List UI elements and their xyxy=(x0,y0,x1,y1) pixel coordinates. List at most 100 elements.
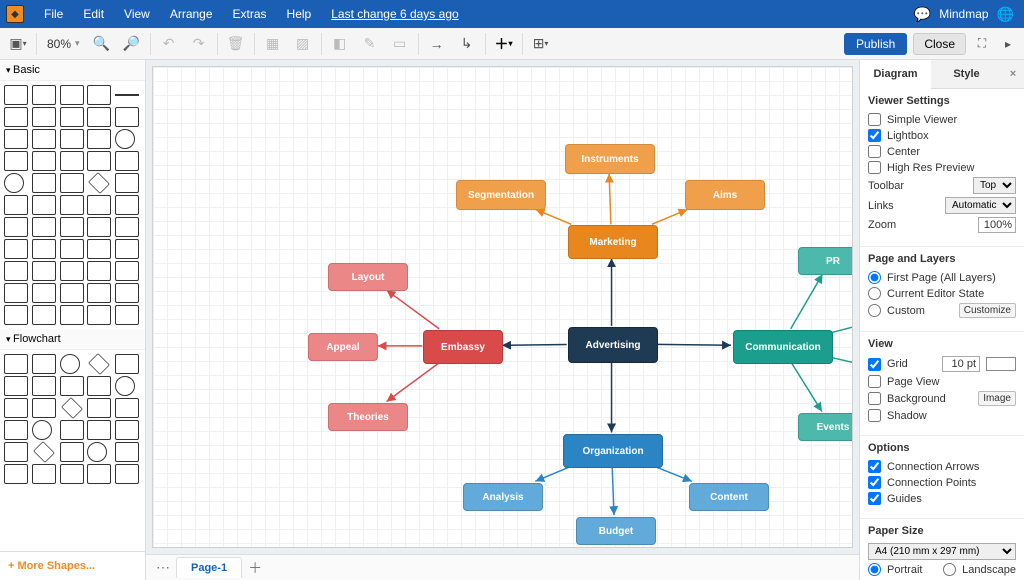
shape-stencil[interactable] xyxy=(115,464,139,484)
shape-stencil[interactable] xyxy=(60,261,84,281)
shape-stencil[interactable] xyxy=(60,283,84,303)
menu-file[interactable]: File xyxy=(34,7,73,21)
shape-stencil[interactable] xyxy=(4,442,28,462)
shape-stencil[interactable] xyxy=(60,464,84,484)
table-button[interactable]: ⊞▾ xyxy=(529,32,553,56)
close-button[interactable]: Close xyxy=(913,33,966,55)
shape-stencil[interactable] xyxy=(4,305,28,325)
shape-stencil[interactable] xyxy=(4,398,28,418)
shape-stencil[interactable] xyxy=(87,398,111,418)
shape-stencil[interactable] xyxy=(89,172,111,194)
paper-size-select[interactable]: A4 (210 mm x 297 mm) xyxy=(868,543,1016,560)
portrait-radio[interactable] xyxy=(868,563,881,576)
node-content[interactable]: Content xyxy=(689,483,769,511)
shape-stencil[interactable] xyxy=(60,442,84,462)
shape-stencil[interactable] xyxy=(60,376,84,396)
shape-stencil[interactable] xyxy=(115,398,139,418)
comment-icon[interactable]: 💬 xyxy=(914,6,931,23)
shape-stencil[interactable] xyxy=(87,420,111,440)
shape-stencil[interactable] xyxy=(115,283,139,303)
last-change-link[interactable]: Last change 6 days ago xyxy=(321,7,458,21)
shape-stencil[interactable] xyxy=(115,173,139,193)
shape-stencil[interactable] xyxy=(115,442,139,462)
node-embassy[interactable]: Embassy xyxy=(423,330,503,364)
shape-stencil[interactable] xyxy=(32,464,56,484)
node-marketing[interactable]: Marketing xyxy=(568,225,658,259)
zoom-control[interactable]: 80%▾ xyxy=(43,37,84,51)
tab-diagram[interactable]: Diagram xyxy=(860,60,931,89)
shape-stencil[interactable] xyxy=(87,107,111,127)
shape-stencil[interactable] xyxy=(87,283,111,303)
shape-stencil[interactable] xyxy=(87,305,111,325)
document-title[interactable]: Mindmap xyxy=(939,7,988,21)
shape-stencil[interactable] xyxy=(87,442,107,462)
links-select[interactable]: Automatic xyxy=(945,197,1016,214)
customize-button[interactable]: Customize xyxy=(959,303,1016,318)
node-appeal[interactable]: Appeal xyxy=(308,333,378,361)
zoom-field[interactable]: 100% xyxy=(978,217,1016,233)
landscape-radio[interactable] xyxy=(943,563,956,576)
shape-stencil[interactable] xyxy=(60,354,80,374)
menu-view[interactable]: View xyxy=(114,7,160,21)
shape-stencil[interactable] xyxy=(32,376,56,396)
shape-stencil[interactable] xyxy=(4,85,28,105)
shape-stencil[interactable] xyxy=(32,217,56,237)
menu-arrange[interactable]: Arrange xyxy=(160,7,223,21)
shape-stencil[interactable] xyxy=(4,354,28,374)
delete-button[interactable]: 🗑 xyxy=(224,32,248,56)
node-communication[interactable]: Communication xyxy=(733,330,833,364)
shadow-button[interactable]: ▭ xyxy=(388,32,412,56)
waypoint-button[interactable]: ↳ xyxy=(455,32,479,56)
shape-stencil[interactable] xyxy=(32,173,56,193)
node-aims[interactable]: Aims xyxy=(685,180,765,210)
insert-button[interactable]: ＋▾ xyxy=(492,32,516,56)
shape-stencil[interactable] xyxy=(32,239,56,259)
node-budget[interactable]: Budget xyxy=(576,517,656,545)
shape-stencil[interactable] xyxy=(60,85,84,105)
redo-button[interactable]: ↷ xyxy=(187,32,211,56)
menu-extras[interactable]: Extras xyxy=(223,7,277,21)
image-button[interactable]: Image xyxy=(978,391,1016,406)
shape-stencil[interactable] xyxy=(4,129,28,149)
undo-button[interactable]: ↶ xyxy=(157,32,181,56)
shape-stencil[interactable] xyxy=(4,376,28,396)
shape-stencil[interactable] xyxy=(115,94,139,96)
node-pr[interactable]: PR xyxy=(798,247,853,275)
shape-stencil[interactable] xyxy=(60,151,84,171)
simple-viewer-checkbox[interactable] xyxy=(868,113,881,126)
canvas[interactable]: AdvertisingMarketingCommunicationOrganiz… xyxy=(152,66,853,548)
conn-points-checkbox[interactable] xyxy=(868,476,881,489)
conn-arrows-checkbox[interactable] xyxy=(868,460,881,473)
pageview-checkbox[interactable] xyxy=(868,375,881,388)
shape-stencil[interactable] xyxy=(87,464,111,484)
shape-stencil[interactable] xyxy=(87,129,111,149)
node-analysis[interactable]: Analysis xyxy=(463,483,543,511)
shape-stencil[interactable] xyxy=(32,129,56,149)
shape-stencil[interactable] xyxy=(4,283,28,303)
shape-stencil[interactable] xyxy=(60,305,84,325)
shape-stencil[interactable] xyxy=(32,151,56,171)
shape-stencil[interactable] xyxy=(32,283,56,303)
shape-stencil[interactable] xyxy=(87,376,111,396)
shape-stencil[interactable] xyxy=(89,353,111,375)
shape-stencil[interactable] xyxy=(4,173,24,193)
shape-stencil[interactable] xyxy=(4,195,28,215)
shape-stencil[interactable] xyxy=(32,195,56,215)
shape-stencil[interactable] xyxy=(115,129,135,149)
node-layout[interactable]: Layout xyxy=(328,263,408,291)
shape-stencil[interactable] xyxy=(60,239,84,259)
node-theories[interactable]: Theories xyxy=(328,403,408,431)
app-logo[interactable]: ◆ xyxy=(6,5,24,23)
shape-stencil[interactable] xyxy=(115,217,139,237)
page-tab-1[interactable]: Page-1 xyxy=(176,557,242,578)
shape-stencil[interactable] xyxy=(32,305,56,325)
collapse-panel-button[interactable]: ▸ xyxy=(998,34,1018,54)
first-page-radio[interactable] xyxy=(868,271,881,284)
shape-stencil[interactable] xyxy=(33,441,55,463)
to-front-button[interactable]: ▦ xyxy=(261,32,285,56)
publish-button[interactable]: Publish xyxy=(844,33,907,55)
shape-stencil[interactable] xyxy=(4,217,28,237)
shape-stencil[interactable] xyxy=(87,261,111,281)
shape-stencil[interactable] xyxy=(115,354,139,374)
center-checkbox[interactable] xyxy=(868,145,881,158)
